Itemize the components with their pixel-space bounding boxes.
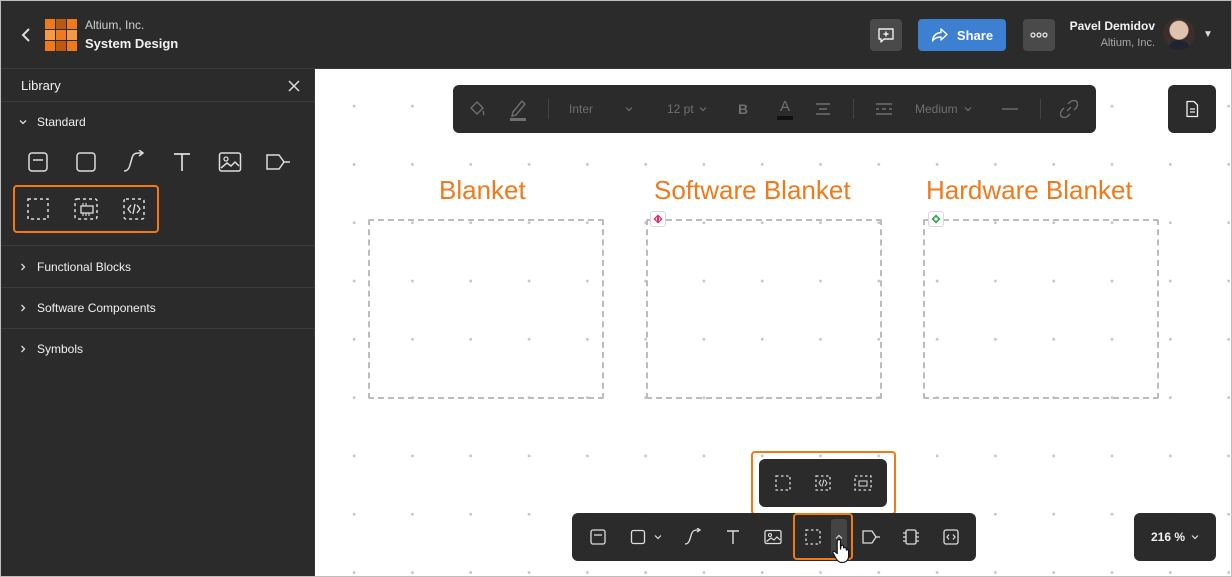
line-weight-select[interactable]: Medium bbox=[915, 85, 972, 133]
chevron-down-icon bbox=[699, 107, 707, 112]
chevron-down-icon bbox=[19, 118, 27, 126]
share-button[interactable]: Share bbox=[918, 19, 1006, 51]
rectangle-tool[interactable] bbox=[626, 513, 666, 561]
port-icon[interactable] bbox=[859, 513, 883, 561]
software-blanket-shape[interactable] bbox=[646, 219, 882, 399]
image-icon[interactable] bbox=[213, 145, 247, 179]
hardware-blanket-shape[interactable] bbox=[923, 219, 1159, 399]
top-header: Altium, Inc. System Design Share Pavel D… bbox=[1, 1, 1231, 69]
port-icon[interactable] bbox=[261, 145, 295, 179]
chevron-down-icon bbox=[654, 535, 662, 540]
back-arrow-icon[interactable] bbox=[15, 23, 37, 47]
block-icon[interactable] bbox=[586, 513, 610, 561]
line-weight-value: Medium bbox=[915, 102, 958, 116]
chevron-down-icon bbox=[625, 107, 633, 112]
align-center-icon[interactable] bbox=[814, 85, 832, 133]
separator bbox=[548, 99, 549, 119]
line-end-icon[interactable] bbox=[1001, 85, 1019, 133]
section-software-components[interactable]: Software Components bbox=[19, 301, 156, 315]
more-options-button[interactable] bbox=[1023, 19, 1055, 51]
fill-bucket-icon[interactable] bbox=[467, 85, 487, 133]
section-label: Functional Blocks bbox=[37, 260, 132, 274]
text-color-swatch bbox=[777, 116, 793, 120]
image-icon[interactable] bbox=[761, 513, 785, 561]
share-arrow-icon bbox=[931, 28, 948, 42]
link-icon[interactable] bbox=[1060, 85, 1078, 133]
font-value: Inter bbox=[569, 102, 594, 116]
add-comment-icon bbox=[878, 28, 894, 43]
share-label: Share bbox=[956, 27, 994, 43]
text-icon[interactable] bbox=[721, 513, 745, 561]
user-menu-caret-icon[interactable]: ▼ bbox=[1203, 29, 1213, 40]
zoom-value: 216 % bbox=[1150, 530, 1186, 544]
software-blanket-title[interactable]: Software Blanket bbox=[654, 175, 851, 206]
blanket-shape[interactable] bbox=[368, 219, 604, 399]
avatar[interactable] bbox=[1163, 18, 1195, 50]
software-badge-icon bbox=[650, 211, 666, 227]
shapes-toolbar bbox=[572, 513, 976, 561]
section-functional-blocks[interactable]: Functional Blocks bbox=[19, 260, 131, 274]
blanket-popup-toolbar bbox=[759, 459, 887, 507]
connector-icon[interactable] bbox=[681, 513, 705, 561]
hardware-blanket-icon[interactable] bbox=[851, 459, 875, 507]
text-color-button[interactable]: A bbox=[777, 85, 793, 133]
close-icon[interactable] bbox=[285, 77, 303, 95]
altium-logo bbox=[45, 19, 77, 51]
component-icon[interactable] bbox=[899, 513, 923, 561]
font-select[interactable]: Inter bbox=[569, 85, 639, 133]
divider bbox=[1, 287, 315, 288]
user-name: Pavel Demidov bbox=[1069, 19, 1155, 33]
chevron-right-icon bbox=[19, 263, 27, 271]
divider bbox=[1, 101, 315, 102]
blanket-icon[interactable] bbox=[21, 192, 55, 226]
blanket-title[interactable]: Blanket bbox=[439, 175, 526, 206]
block-icon[interactable] bbox=[21, 145, 55, 179]
library-sidebar: Library Standard Functional Blocks Softw… bbox=[1, 69, 315, 576]
section-label: Standard bbox=[37, 115, 86, 129]
chevron-down-icon bbox=[964, 107, 972, 112]
user-org: Altium, Inc. bbox=[1100, 37, 1155, 49]
chevron-right-icon bbox=[19, 304, 27, 312]
hardware-badge-icon bbox=[928, 211, 944, 227]
zoom-control[interactable]: 216 % bbox=[1134, 513, 1216, 561]
format-toolbar: Inter 12 pt B A Medium bbox=[453, 85, 1096, 133]
software-blanket-icon[interactable] bbox=[117, 192, 151, 226]
stroke-pen-icon[interactable] bbox=[508, 85, 528, 133]
sidebar-title: Library bbox=[21, 78, 61, 93]
org-name: Altium, Inc. bbox=[85, 18, 145, 32]
more-dots-icon bbox=[1030, 32, 1048, 38]
hardware-blanket-title[interactable]: Hardware Blanket bbox=[926, 175, 1133, 206]
code-block-icon[interactable] bbox=[939, 513, 963, 561]
section-label: Software Components bbox=[37, 301, 156, 315]
blanket-icon[interactable] bbox=[771, 459, 795, 507]
hand-cursor-icon bbox=[831, 538, 851, 564]
hardware-blanket-icon[interactable] bbox=[69, 192, 103, 226]
bold-button[interactable]: B bbox=[738, 85, 748, 133]
chevron-right-icon bbox=[19, 345, 27, 353]
separator bbox=[1040, 99, 1041, 119]
text-color-letter: A bbox=[779, 98, 790, 115]
section-label: Symbols bbox=[37, 342, 84, 356]
document-icon bbox=[1186, 100, 1199, 118]
divider bbox=[1, 328, 315, 329]
document-properties-button[interactable] bbox=[1168, 85, 1216, 133]
rectangle-icon[interactable] bbox=[69, 145, 103, 179]
section-symbols[interactable]: Symbols bbox=[19, 342, 83, 356]
connector-icon[interactable] bbox=[117, 145, 151, 179]
line-style-icon[interactable] bbox=[875, 85, 893, 133]
project-title: System Design bbox=[85, 36, 179, 51]
software-blanket-icon[interactable] bbox=[811, 459, 835, 507]
text-icon[interactable] bbox=[165, 145, 199, 179]
separator bbox=[853, 99, 854, 119]
font-size-value: 12 pt bbox=[667, 102, 694, 116]
section-standard[interactable]: Standard bbox=[19, 115, 86, 129]
font-size-select[interactable]: 12 pt bbox=[667, 85, 707, 133]
divider bbox=[1, 245, 315, 246]
comment-button[interactable] bbox=[870, 19, 902, 51]
app-window: Altium, Inc. System Design Share Pavel D… bbox=[0, 0, 1232, 577]
chevron-down-icon bbox=[1191, 535, 1199, 540]
rectangle-icon bbox=[630, 529, 646, 545]
